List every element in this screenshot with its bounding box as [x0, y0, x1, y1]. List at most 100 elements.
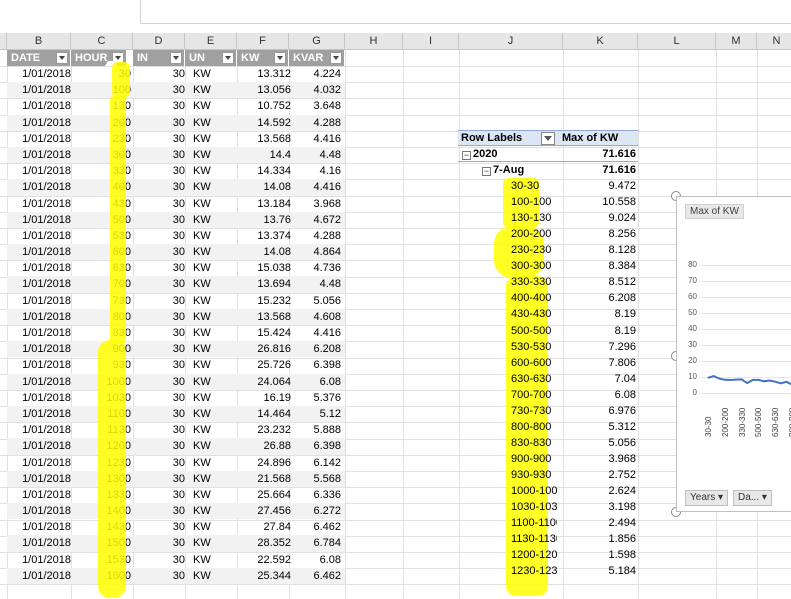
pivot-row[interactable]: 630-630 7.04	[458, 371, 638, 387]
pivot-row[interactable]: 300-300 8.384	[458, 258, 638, 274]
kvar-cell[interactable]: 6.462	[293, 568, 345, 584]
un-cell[interactable]: KW	[187, 406, 237, 422]
date-cell[interactable]: 1/01/2018	[7, 260, 71, 276]
un-cell[interactable]: KW	[187, 228, 237, 244]
un-cell[interactable]: KW	[187, 309, 237, 325]
table-row[interactable]: 1/01/2018160030KW25.3446.462	[7, 567, 345, 584]
kvar-cell[interactable]: 4.416	[293, 179, 345, 195]
un-cell[interactable]: KW	[187, 438, 237, 454]
kw-cell[interactable]: 24.896	[237, 455, 293, 471]
in-cell[interactable]: 30	[133, 535, 187, 551]
pivot-row[interactable]: 1130-1130 1.856	[458, 531, 638, 547]
date-cell[interactable]: 1/01/2018	[7, 487, 71, 503]
date-cell[interactable]: 1/01/2018	[7, 341, 71, 357]
date-cell[interactable]: 1/01/2018	[7, 325, 71, 341]
table-row[interactable]: 1/01/201860030KW14.084.864	[7, 244, 345, 261]
kw-cell[interactable]: 15.424	[237, 325, 293, 341]
date-cell[interactable]: 1/01/2018	[7, 438, 71, 454]
un-cell[interactable]: KW	[187, 390, 237, 406]
pivot-row[interactable]: 1100-1100 2.494	[458, 515, 638, 531]
kvar-cell[interactable]: 6.336	[293, 487, 345, 503]
table-row[interactable]: 1/01/2018100030KW24.0646.08	[7, 373, 345, 390]
kw-cell[interactable]: 14.464	[237, 406, 293, 422]
table-row[interactable]: 1/01/201823030KW13.5684.416	[7, 131, 345, 147]
in-cell[interactable]: 30	[133, 131, 187, 147]
table-row[interactable]: 1/01/201853030KW13.3744.288	[7, 228, 345, 244]
table-row[interactable]: 1/01/201890030KW26.8166.208	[7, 341, 345, 358]
un-cell[interactable]: KW	[187, 503, 237, 519]
kw-cell[interactable]: 27.84	[237, 519, 293, 535]
un-cell[interactable]: KW	[187, 212, 237, 228]
in-cell[interactable]: 30	[133, 438, 187, 454]
date-cell[interactable]: 1/01/2018	[7, 471, 71, 487]
kw-cell[interactable]: 25.726	[237, 357, 293, 373]
pivot-row[interactable]: 100-100 10.558	[458, 194, 638, 210]
un-cell[interactable]: KW	[187, 455, 237, 471]
un-cell[interactable]: KW	[187, 98, 237, 114]
kvar-cell[interactable]: 5.056	[293, 293, 345, 309]
in-cell[interactable]: 30	[133, 260, 187, 276]
pivot-row[interactable]: 800-800 5.312	[458, 419, 638, 435]
in-cell[interactable]: 30	[133, 406, 187, 422]
kw-cell[interactable]: 27.456	[237, 503, 293, 519]
in-cell[interactable]: 30	[133, 374, 187, 390]
un-cell[interactable]: KW	[187, 179, 237, 195]
date-cell[interactable]: 1/01/2018	[7, 82, 71, 98]
kw-cell[interactable]: 16.19	[237, 390, 293, 406]
date-cell[interactable]: 1/01/2018	[7, 552, 71, 568]
pivot-row[interactable]: 1030-1030 3.198	[458, 499, 638, 515]
kvar-cell[interactable]: 4.416	[293, 325, 345, 341]
kw-cell[interactable]: 24.064	[237, 374, 293, 390]
kvar-cell[interactable]: 4.288	[293, 115, 345, 131]
un-cell[interactable]: KW	[187, 325, 237, 341]
column-header-k[interactable]: K	[563, 33, 638, 50]
date-cell[interactable]: 1/01/2018	[7, 568, 71, 584]
in-cell[interactable]: 30	[133, 325, 187, 341]
kw-cell[interactable]: 22.592	[237, 552, 293, 568]
un-cell[interactable]: KW	[187, 82, 237, 98]
kw-cell[interactable]: 15.038	[237, 260, 293, 276]
table-row[interactable]: 1/01/2018123030KW24.8966.142	[7, 455, 345, 471]
kw-cell[interactable]: 21.568	[237, 471, 293, 487]
filter-dropdown-icon[interactable]	[274, 52, 286, 64]
date-cell[interactable]: 1/01/2018	[7, 357, 71, 373]
kvar-cell[interactable]: 6.462	[293, 519, 345, 535]
collapse-icon[interactable]: −	[462, 151, 471, 160]
table-header-date[interactable]: DATE	[7, 50, 71, 66]
kvar-cell[interactable]: 4.48	[293, 276, 345, 292]
kw-cell[interactable]: 13.76	[237, 212, 293, 228]
kw-cell[interactable]: 13.568	[237, 131, 293, 147]
table-row[interactable]: 1/01/201870030KW13.6944.48	[7, 276, 345, 293]
pivot-row[interactable]: 700-700 6.08	[458, 387, 638, 403]
kvar-cell[interactable]: 6.08	[293, 374, 345, 390]
in-cell[interactable]: 30	[133, 228, 187, 244]
kvar-cell[interactable]: 4.16	[293, 163, 345, 179]
un-cell[interactable]: KW	[187, 131, 237, 147]
in-cell[interactable]: 30	[133, 98, 187, 114]
date-cell[interactable]: 1/01/2018	[7, 276, 71, 292]
column-header-m[interactable]: M	[716, 33, 757, 50]
table-row[interactable]: 1/01/201880030KW13.5684.608	[7, 308, 345, 325]
column-header-i[interactable]: I	[403, 33, 459, 50]
table-row[interactable]: 1/01/2018120030KW26.886.398	[7, 438, 345, 455]
table-header-kw[interactable]: KW	[237, 50, 289, 66]
date-cell[interactable]: 1/01/2018	[7, 228, 71, 244]
kw-cell[interactable]: 14.4	[237, 147, 293, 163]
pivot-row[interactable]: 600-600 7.806	[458, 355, 638, 371]
in-cell[interactable]: 30	[133, 341, 187, 357]
pivot-row[interactable]: 900-900 3.968	[458, 451, 638, 467]
un-cell[interactable]: KW	[187, 471, 237, 487]
table-row[interactable]: 1/01/2018140030KW27.4566.272	[7, 503, 345, 520]
table-row[interactable]: 1/01/201893030KW25.7266.398	[7, 357, 345, 373]
pivot-row[interactable]: 130-130 9.024	[458, 210, 638, 226]
filter-dropdown-icon[interactable]	[56, 52, 68, 64]
kw-cell[interactable]: 13.184	[237, 196, 293, 212]
pivot-row[interactable]: 530-530 7.296	[458, 339, 638, 355]
table-row[interactable]: 1/01/201830030KW14.44.48	[7, 146, 345, 164]
column-header-c[interactable]: C	[71, 33, 133, 50]
un-cell[interactable]: KW	[187, 163, 237, 179]
table-row[interactable]: 1/01/201863030KW15.0384.736	[7, 260, 345, 276]
table-row[interactable]: 1/01/201883030KW15.4244.416	[7, 325, 345, 341]
years-filter-button[interactable]: Years ▾	[685, 490, 729, 506]
kvar-cell[interactable]: 4.672	[293, 212, 345, 228]
